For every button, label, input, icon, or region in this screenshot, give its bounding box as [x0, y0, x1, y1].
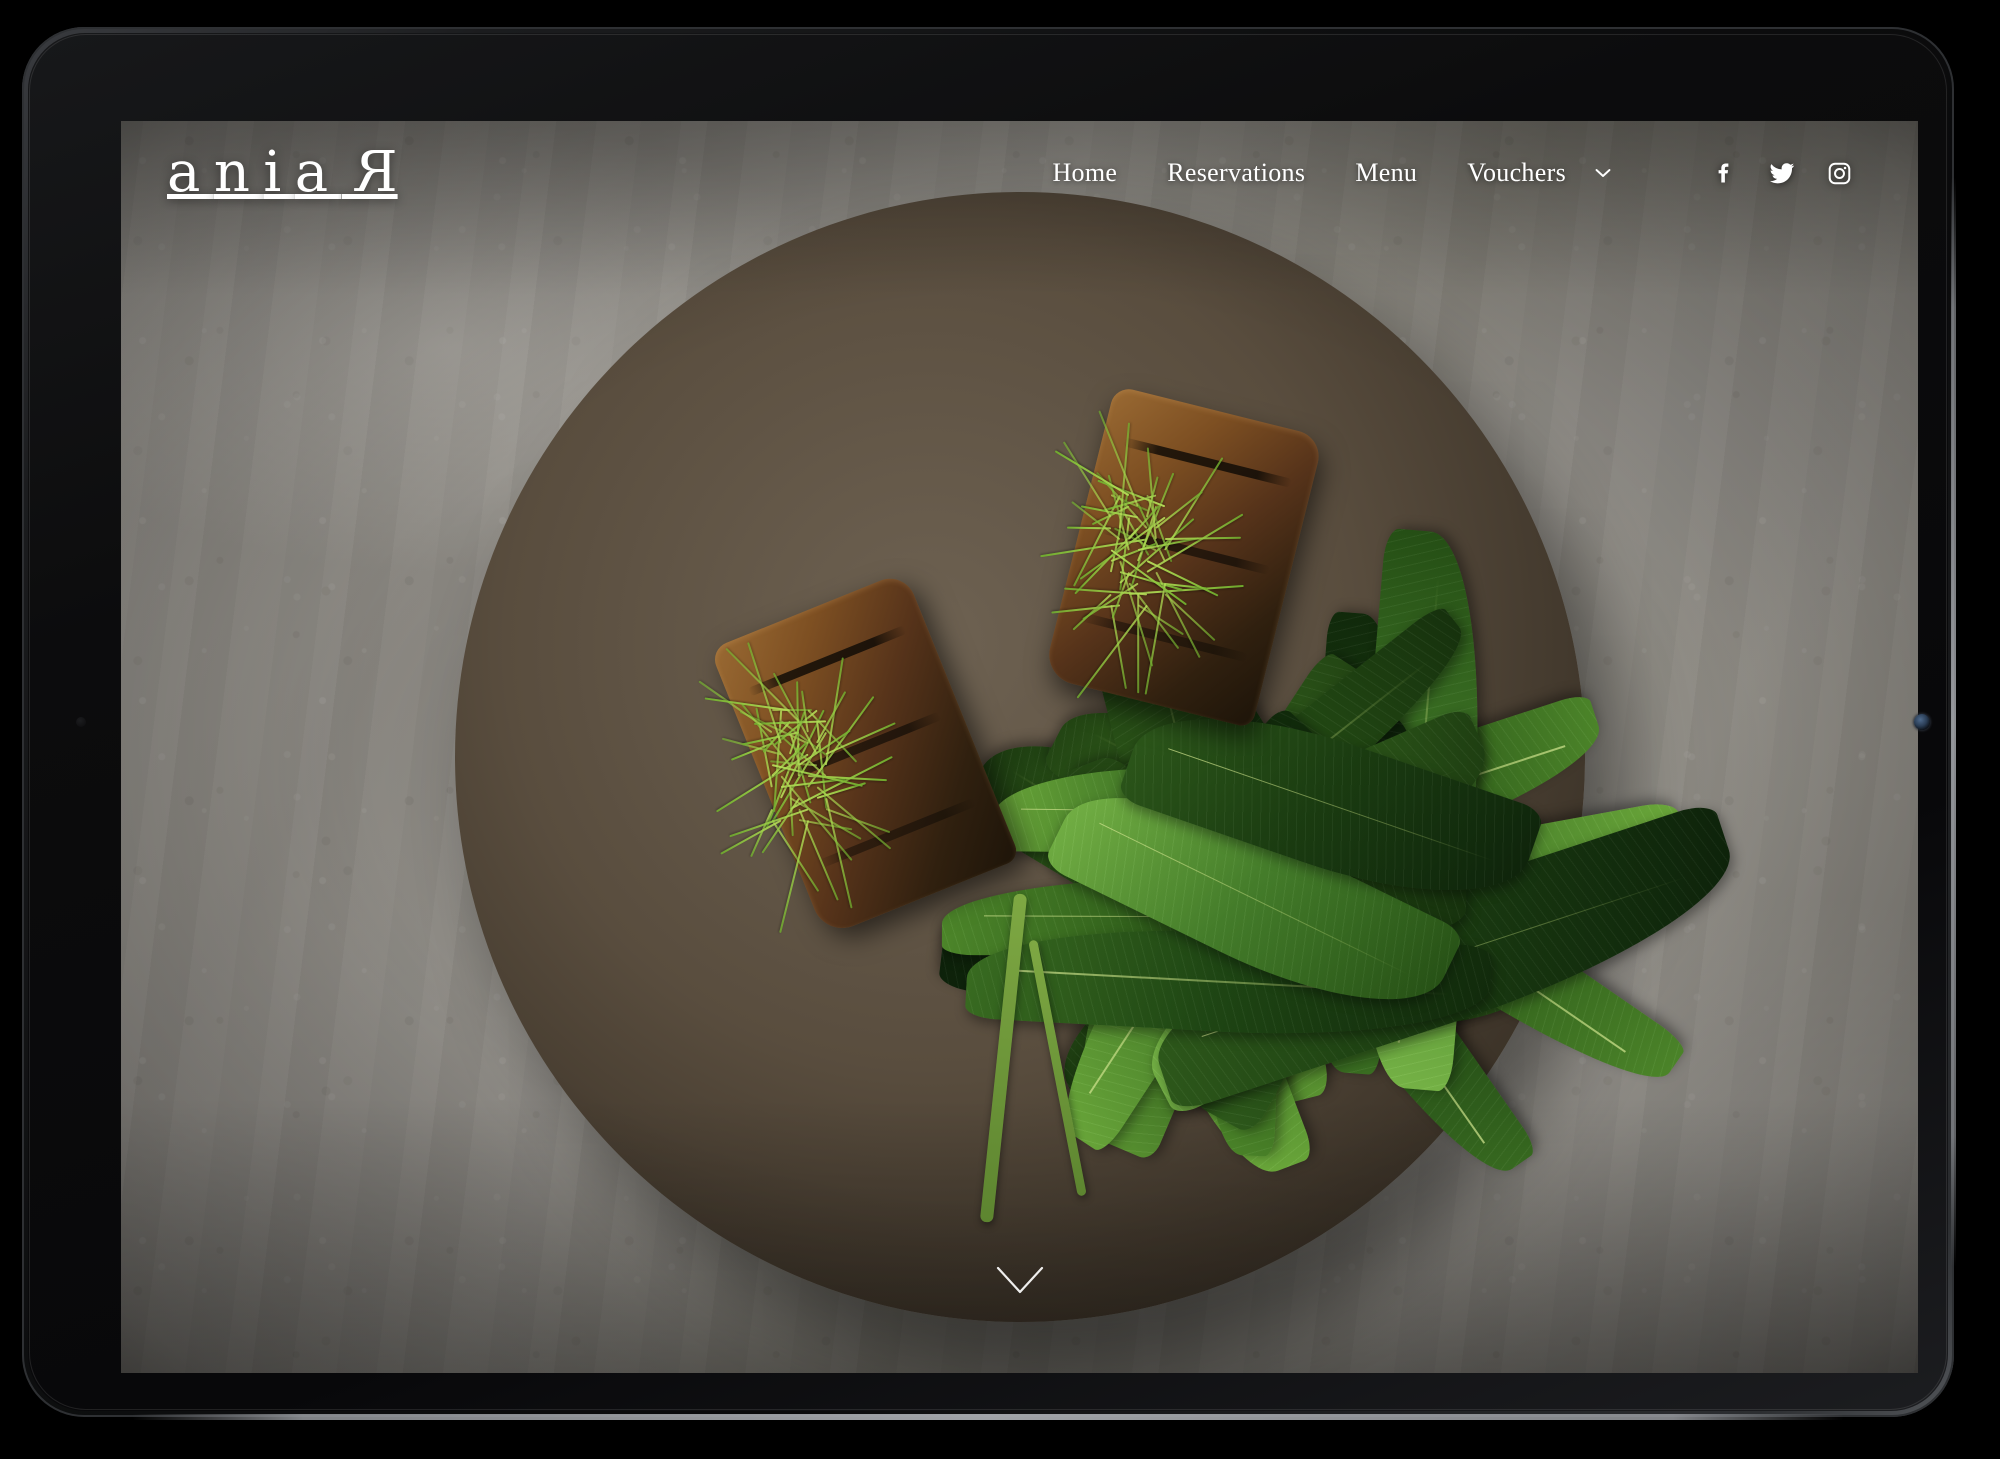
- primary-navigation: Home Reservations Menu Vouchers: [1052, 158, 1854, 188]
- herb-needle: [749, 808, 773, 858]
- device-screen: a n i a R Home Reservations Menu Voucher…: [121, 121, 1918, 1373]
- nav-link-home[interactable]: Home: [1052, 158, 1117, 188]
- hero-background-image: [121, 121, 1918, 1373]
- char-mark: [816, 797, 977, 869]
- logo-letter-a1: a: [167, 140, 214, 205]
- char-mark: [782, 710, 942, 783]
- char-mark: [747, 624, 907, 696]
- scroll-down-chevron-icon[interactable]: [995, 1265, 1045, 1295]
- brand-logo[interactable]: a n i a R: [167, 140, 398, 205]
- nav-link-vouchers[interactable]: Vouchers: [1467, 158, 1566, 188]
- logo-letter-i: i: [263, 140, 295, 205]
- front-camera-lens: [1914, 714, 1930, 730]
- char-mark: [1100, 524, 1270, 575]
- chevron-down-icon[interactable]: [1592, 162, 1614, 184]
- frame-edge-bottom: [132, 1414, 1844, 1420]
- grilled-fish-piece: [709, 570, 1021, 937]
- leaf-platter: [454, 192, 1754, 1322]
- nav-link-menu[interactable]: Menu: [1355, 158, 1417, 188]
- home-indicator: [76, 717, 86, 727]
- frame-edge-right: [1951, 177, 1956, 1267]
- device-bezel: a n i a R Home Reservations Menu Voucher…: [28, 33, 1948, 1411]
- nav-link-reservations[interactable]: Reservations: [1167, 158, 1305, 188]
- grilled-fish-piece: [1042, 385, 1325, 729]
- social-links: [1710, 158, 1854, 188]
- char-mark: [1122, 436, 1292, 488]
- logo-letter-r-mirrored: R: [341, 140, 398, 205]
- site-header: a n i a R Home Reservations Menu Voucher…: [121, 121, 1918, 225]
- twitter-icon[interactable]: [1767, 158, 1797, 188]
- logo-letter-a2: a: [294, 140, 342, 205]
- facebook-icon[interactable]: [1710, 158, 1740, 188]
- char-mark: [1079, 611, 1249, 662]
- instagram-icon[interactable]: [1824, 158, 1854, 188]
- tablet-device-frame: a n i a R Home Reservations Menu Voucher…: [22, 27, 1956, 1420]
- herb-needle: [719, 819, 782, 855]
- logo-letter-n: n: [213, 140, 264, 205]
